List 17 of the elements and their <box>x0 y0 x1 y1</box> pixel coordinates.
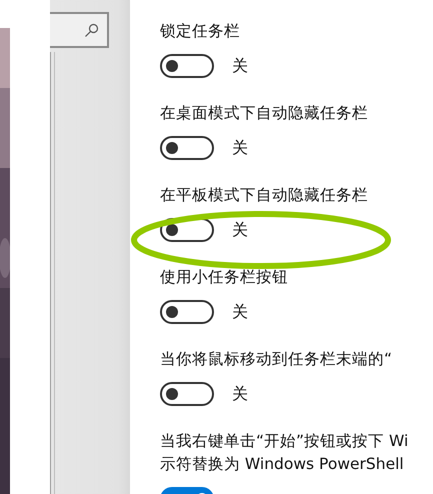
search-icon <box>84 22 99 38</box>
search-field[interactable] <box>50 12 109 48</box>
toggle-state: 关 <box>232 302 248 322</box>
toggle-switch[interactable] <box>160 136 214 160</box>
setting-label: 在平板模式下自动隐藏任务栏 <box>160 185 369 206</box>
toggle-switch[interactable] <box>160 300 214 324</box>
toggle-state: 关 <box>232 220 248 240</box>
setting-label: 在桌面模式下自动隐藏任务栏 <box>160 103 369 124</box>
toggle-switch[interactable] <box>160 54 214 78</box>
setting-label: 使用小任务栏按钮 <box>160 267 289 288</box>
setting-label: 锁定任务栏 <box>160 21 241 42</box>
setting-label: 当我右键单击“开始”按钮或按下 Wi 示符替换为 Windows PowerShell <box>160 431 410 475</box>
toggle-state: 关 <box>232 56 248 76</box>
toggle-state: 关 <box>232 138 248 158</box>
toggle-state: 关 <box>232 384 248 404</box>
setting-label: 当你将鼠标移动到任务栏末端的“ <box>160 349 394 370</box>
toggle-switch[interactable] <box>160 382 214 406</box>
